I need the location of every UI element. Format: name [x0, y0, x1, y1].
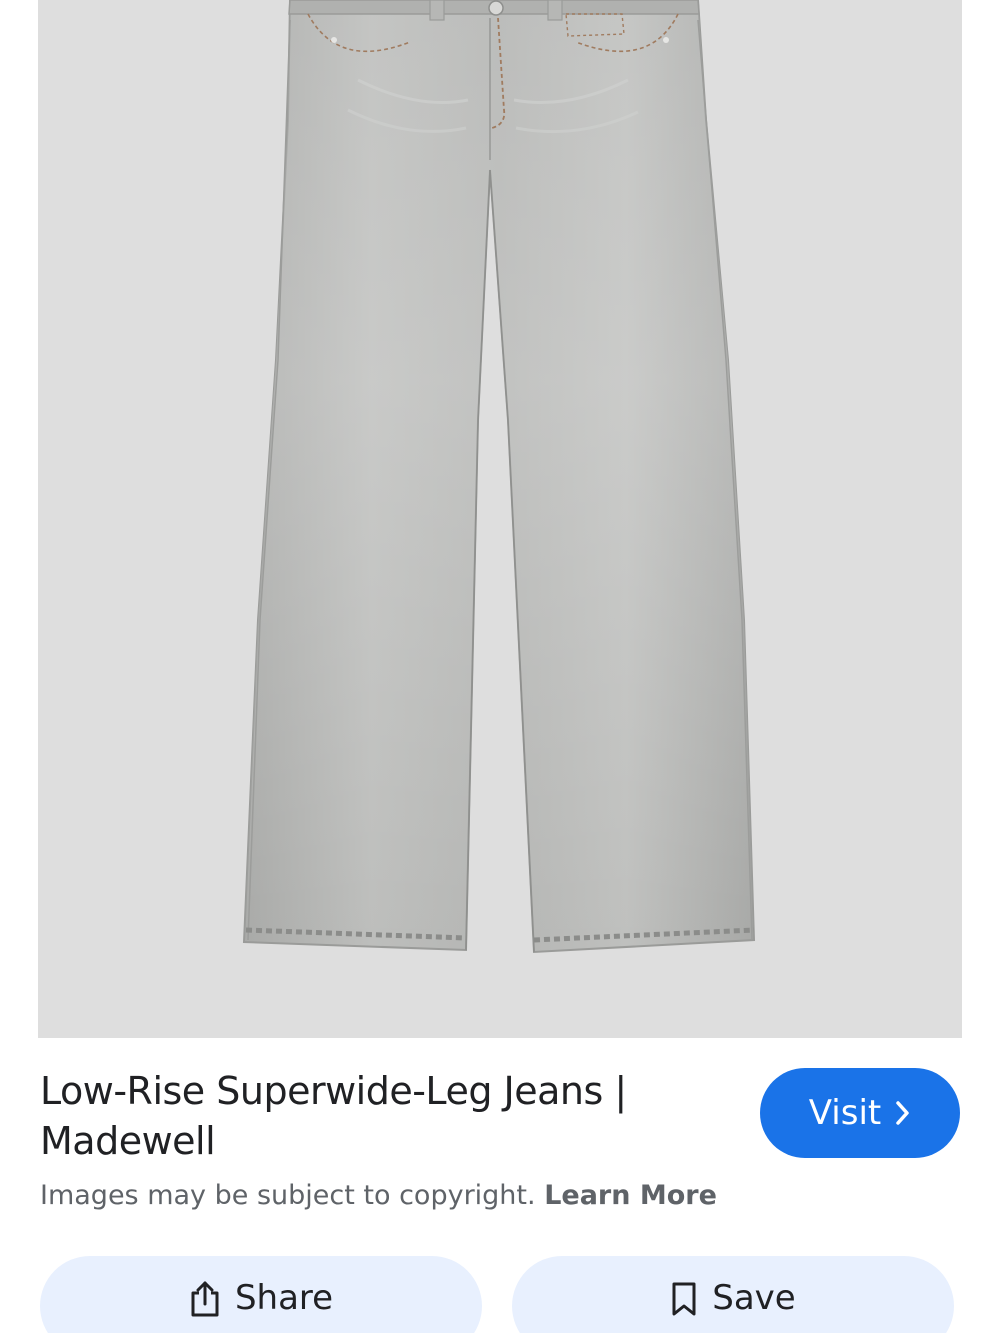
visit-label: Visit — [808, 1093, 882, 1133]
share-label: Share — [234, 1278, 334, 1318]
visit-button[interactable]: Visit — [760, 1068, 960, 1158]
copyright-notice: Images may be subject to copyright. Lear… — [40, 1178, 717, 1214]
share-button[interactable]: Share — [40, 1256, 482, 1333]
learn-more-link[interactable]: Learn More — [544, 1180, 717, 1211]
result-title[interactable]: Low-Rise Superwide-Leg Jeans | Madewell — [40, 1066, 720, 1166]
bookmark-icon — [670, 1280, 698, 1318]
save-button[interactable]: Save — [512, 1256, 954, 1333]
jeans-image — [242, 0, 756, 954]
save-label: Save — [712, 1278, 796, 1318]
copyright-text: Images may be subject to copyright. — [40, 1180, 536, 1211]
share-icon — [189, 1280, 221, 1318]
product-image[interactable] — [38, 0, 962, 1038]
image-viewer-page: Low-Rise Superwide-Leg Jeans | Madewell … — [0, 0, 1000, 1333]
chevron-right-icon — [895, 1100, 911, 1126]
